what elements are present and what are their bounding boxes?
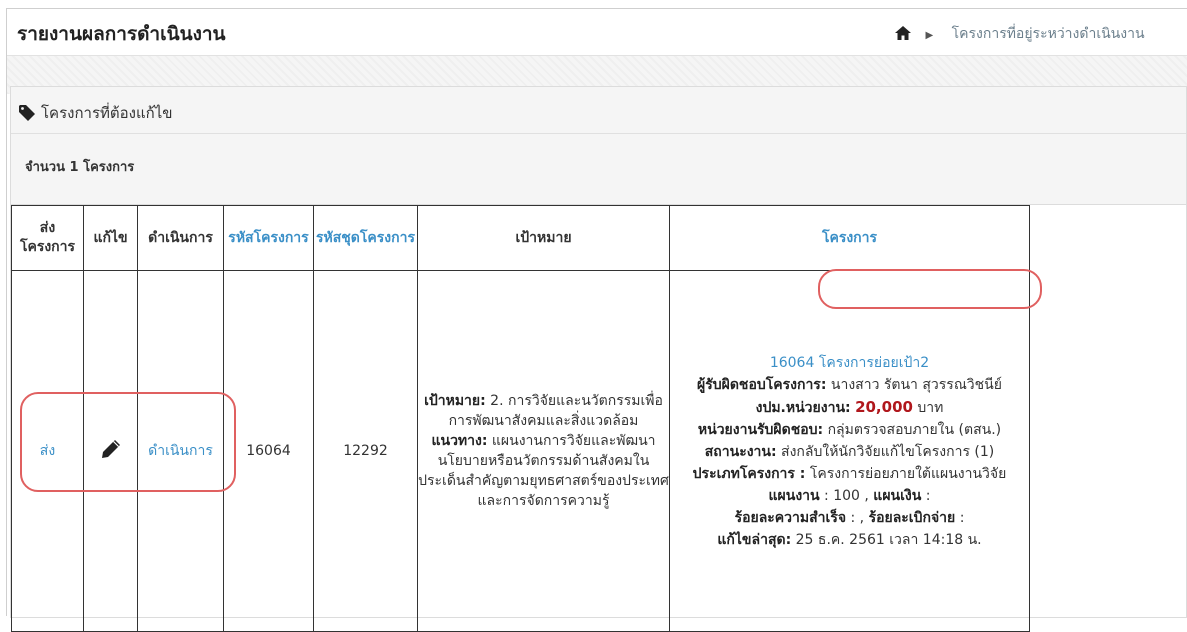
panel-title: โครงการที่ต้องแก้ไข <box>19 101 173 125</box>
col-edit: แก้ไข <box>83 205 138 271</box>
col-project-code[interactable]: รหัสโครงการ <box>223 205 314 271</box>
goal-label: เป้าหมาย: <box>424 393 486 409</box>
updated-label: แก้ไขล่าสุด: <box>717 531 792 548</box>
success-label: ร้อยละความสำเร็จ <box>734 509 847 526</box>
send-link[interactable]: ส่ง <box>40 443 55 459</box>
unit-text: กลุ่มตรวจสอบภายใน (ตสน.) <box>827 421 1002 438</box>
action-link[interactable]: ดำเนินการ <box>148 443 213 459</box>
budget-label: งปม.หน่วยงาน: <box>755 399 851 416</box>
pencil-icon[interactable] <box>101 440 121 463</box>
spend-label: ร้อยละเบิกจ่าย <box>868 509 956 526</box>
series-code-cell: 12292 <box>313 270 418 632</box>
col-send: ส่งโครงการ <box>11 205 84 271</box>
project-link[interactable]: 16064 โครงการย่อยเป้า2 <box>770 355 929 371</box>
updated-text: 25 ธ.ค. 2561 เวลา 14:18 น. <box>795 531 982 548</box>
table-header-row: ส่งโครงการ แก้ไข ดำเนินการ รหัสโครงการ ร… <box>11 205 1030 271</box>
count-row: จำนวน 1 โครงการ <box>11 134 1186 205</box>
panel-title-text: โครงการที่ต้องแก้ไข <box>41 104 173 122</box>
action-cell: ดำเนินการ <box>137 270 224 632</box>
success-value: : , <box>850 509 865 526</box>
plan-label: แผนงาน <box>768 487 820 504</box>
edit-cell <box>83 270 138 632</box>
breadcrumb-current[interactable]: โครงการที่อยู่ระหว่างดำเนินงาน <box>952 26 1145 42</box>
unit-label: หน่วยงานรับผิดชอบ: <box>697 421 824 438</box>
owner-label: ผู้รับผิดชอบโครงการ: <box>697 376 827 393</box>
page-header: รายงานผลการดำเนินงาน ▶ โครงการที่อยู่ระห… <box>7 9 1187 56</box>
project-count: จำนวน 1 โครงการ <box>25 160 135 175</box>
send-cell: ส่ง <box>11 270 84 632</box>
budget-unit: บาท <box>917 399 944 416</box>
owner-text: นางสาว รัตนา สุวรรณวิชนีย์ <box>830 376 1002 393</box>
chevron-right-icon: ▶ <box>925 30 934 41</box>
money-value: : <box>925 487 931 504</box>
type-label: ประเภทโครงการ : <box>692 465 806 482</box>
budget-value: 20,000 <box>855 397 913 416</box>
col-series-code[interactable]: รหัสชุดโครงการ <box>313 205 418 271</box>
plan-value: : 100 , <box>824 487 869 504</box>
col-action: ดำเนินการ <box>137 205 224 271</box>
status-text: ส่งกลับให้นักวิจัยแก้ไขโครงการ (1) <box>781 443 995 460</box>
col-goal: เป้าหมาย <box>417 205 670 271</box>
projects-table: ส่งโครงการ แก้ไข ดำเนินการ รหัสโครงการ ร… <box>11 205 1030 632</box>
goal-cell: เป้าหมาย: 2. การวิจัยและนวัตกรรมเพื่อการ… <box>417 270 670 632</box>
spend-value: : <box>959 509 965 526</box>
tag-icon <box>19 105 35 121</box>
breadcrumb: ▶ โครงการที่อยู่ระหว่างดำเนินงาน <box>895 23 1145 45</box>
panel-header: โครงการที่ต้องแก้ไข <box>11 87 1186 134</box>
home-icon[interactable] <box>895 26 911 44</box>
project-cell: 16064 โครงการย่อยเป้า2 ผู้รับผิดชอบโครงก… <box>669 270 1030 632</box>
projects-to-fix-panel: โครงการที่ต้องแก้ไข จำนวน 1 โครงการ ส่งโ… <box>10 86 1187 632</box>
status-label: สถานะงาน: <box>704 443 777 460</box>
col-project[interactable]: โครงการ <box>669 205 1030 271</box>
table-row: ส่ง ดำเนินการ 16064 12292 เป้าหมาย: 2. ก… <box>11 270 1030 632</box>
type-text: โครงการย่อยภายใต้แผนงานวิจัย <box>809 465 1007 482</box>
page-title: รายงานผลการดำเนินงาน <box>17 23 226 45</box>
project-code-cell: 16064 <box>223 270 314 632</box>
money-label: แผนเงิน <box>873 487 922 504</box>
approach-label: แนวทาง: <box>431 433 488 449</box>
